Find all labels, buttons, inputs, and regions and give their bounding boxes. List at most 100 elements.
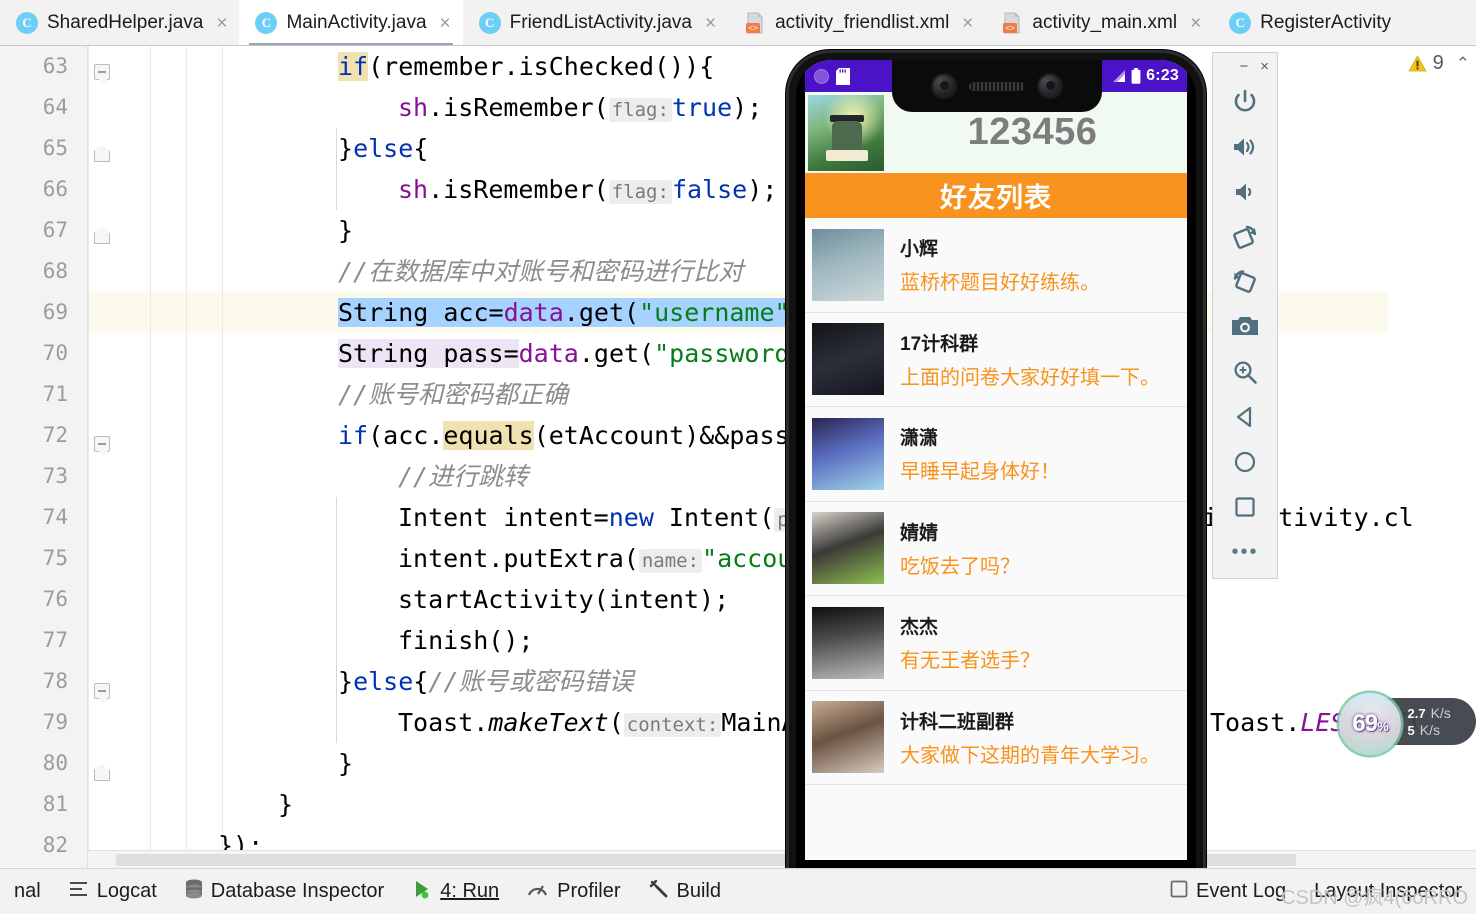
java-class-icon: C — [479, 12, 501, 34]
terminal-tool-window[interactable]: nal — [0, 869, 55, 914]
screenshot-camera-icon — [1231, 315, 1259, 338]
database-inspector-tool-window[interactable]: Database Inspector — [171, 869, 398, 914]
friend-name: 小辉 — [900, 234, 1100, 261]
editor-tab-label: activity_main.xml — [1032, 12, 1177, 34]
editor-tab-2[interactable]: C FriendListActivity.java × — [463, 0, 728, 46]
java-class-icon: C — [1229, 12, 1251, 34]
code-token: Toast. — [1210, 708, 1300, 737]
power-button[interactable] — [1212, 79, 1278, 124]
editor-tab-0[interactable]: CSharedHelper.java× — [0, 0, 239, 46]
layout-inspector-tool-window[interactable]: Layout Inspector — [1300, 869, 1476, 914]
line-number: 70 — [0, 333, 88, 374]
rotate-right-button[interactable] — [1212, 259, 1278, 304]
tab-close-icon[interactable]: × — [440, 14, 451, 33]
editor-tab-label: RegisterActivity — [1260, 12, 1391, 34]
code-token: "username" — [639, 298, 790, 327]
code-token: "password" — [654, 339, 805, 368]
emulator-window[interactable]: 6:23 123456 好友列表 — [786, 50, 1206, 914]
editor-tab-4[interactable]: <>activity_main.xml× — [985, 0, 1213, 46]
power-icon — [1232, 89, 1258, 115]
emulator-toolbar[interactable]: − × — [1212, 52, 1278, 579]
code-token: data — [504, 298, 564, 327]
editor-tab-3[interactable]: <>activity_friendlist.xml× — [728, 0, 985, 46]
friend-list-item[interactable]: 17计科群上面的问卷大家好好填一下。 — [805, 313, 1187, 408]
emulator-window-controls[interactable]: − × — [1213, 53, 1277, 79]
java-class-icon: C — [255, 12, 277, 34]
editor-tab-label: SharedHelper.java — [47, 12, 203, 34]
event-log-tool-window[interactable]: Event Log — [1156, 869, 1300, 914]
tab-close-icon[interactable]: × — [962, 14, 973, 33]
code-token: if — [338, 421, 368, 450]
friend-text: 17计科群上面的问卷大家好好填一下。 — [900, 329, 1160, 390]
build-tool-window[interactable]: Build — [635, 869, 735, 914]
cpu-usage-gauge[interactable]: 69% — [1339, 693, 1401, 755]
friend-message: 大家做下这期的青年大学习。 — [900, 739, 1160, 768]
line-number: 80 — [0, 743, 88, 784]
code-token: .isRemember( — [428, 175, 609, 204]
code-token: { — [413, 134, 428, 163]
status-bar-left — [805, 68, 850, 85]
friend-name: 潇潇 — [900, 423, 1060, 450]
editor-tab-label: FriendListActivity.java — [510, 12, 692, 34]
database-icon — [185, 879, 203, 905]
editor-tab-5[interactable]: C RegisterActivity — [1213, 0, 1403, 46]
volume-down-button[interactable] — [1212, 169, 1278, 214]
overview-square-icon — [1233, 495, 1257, 519]
overview-button[interactable] — [1212, 484, 1278, 529]
phone-notch — [892, 60, 1102, 112]
friend-list-item[interactable]: 婧婧吃饭去了吗？ — [805, 502, 1187, 597]
line-number: 65 — [0, 128, 88, 169]
friend-list-item[interactable]: 小辉蓝桥杯题目好好练练。 — [805, 218, 1187, 313]
more-button[interactable]: ••• — [1212, 529, 1278, 574]
code-token: .get( — [564, 298, 639, 327]
profiler-tool-window[interactable]: Profiler — [513, 869, 634, 914]
tab-close-icon[interactable]: × — [216, 14, 227, 33]
volume-up-button[interactable] — [1212, 124, 1278, 169]
editor-tab-label: MainActivity.java — [286, 12, 426, 34]
logcat-tool-window[interactable]: Logcat — [55, 869, 171, 914]
front-camera-icon — [931, 73, 957, 99]
avatar-graphic — [826, 150, 868, 161]
friend-list[interactable]: 小辉蓝桥杯题目好好练练。 17计科群上面的问卷大家好好填一下。潇潇早睡早起身体好！… — [805, 218, 1187, 860]
run-tool-window-label: 4: Run — [440, 880, 499, 903]
screenshot-button[interactable] — [1212, 304, 1278, 349]
code-token: ); — [732, 93, 762, 122]
friend-list-item[interactable]: 杰杰有无王者选手？ — [805, 596, 1187, 691]
cpu-usage-percent: 69% — [1352, 710, 1387, 738]
code-token: intent.putExtra( — [398, 544, 639, 573]
status-bar-right: 6:23 — [1087, 67, 1187, 85]
line-number: 63 — [0, 46, 88, 87]
network-speed-widget[interactable]: ↑ 2.7 K/s ↓ 5 K/s 69% — [1339, 693, 1476, 749]
user-avatar[interactable] — [808, 95, 884, 171]
chevron-up-icon[interactable]: ⌃ — [1456, 54, 1470, 74]
tab-close-icon[interactable]: × — [1190, 14, 1201, 33]
zoom-mode-button[interactable] — [1212, 349, 1278, 394]
signal-icon — [1111, 69, 1126, 83]
minimize-icon[interactable]: − — [1239, 59, 1248, 74]
svg-text:<>: <> — [748, 24, 758, 33]
editor-tab-1[interactable]: C MainActivity.java × — [239, 0, 462, 46]
home-button[interactable] — [1212, 439, 1278, 484]
friend-list-item[interactable]: 计科二班副群大家做下这期的青年大学习。 — [805, 691, 1187, 786]
rotate-left-button[interactable] — [1212, 214, 1278, 259]
code-token: (etAccount)&&pass.e — [534, 421, 820, 450]
inspection-status[interactable]: 9 ⌃ — [1408, 52, 1470, 75]
code-token: .get( — [579, 339, 654, 368]
horizontal-scrollbar[interactable] — [88, 850, 1476, 868]
editor-gutter[interactable]: 6364656667686970717273747576777879808182 — [0, 46, 88, 868]
line-number: 66 — [0, 169, 88, 210]
avatar-group17 — [812, 323, 884, 395]
device-screen[interactable]: 6:23 123456 好友列表 — [805, 60, 1187, 860]
close-icon[interactable]: × — [1260, 59, 1269, 74]
tab-close-icon[interactable]: × — [705, 14, 716, 33]
line-number: 72 — [0, 415, 88, 456]
warning-count: 9 — [1433, 52, 1444, 75]
run-tool-window[interactable]: 4: Run — [398, 869, 513, 914]
back-button[interactable] — [1212, 394, 1278, 439]
code-token: sh — [398, 93, 428, 122]
friend-name: 17计科群 — [900, 329, 1160, 356]
line-number: 79 — [0, 702, 88, 743]
upload-speed-unit: K/s — [1431, 705, 1451, 721]
friend-list-item[interactable]: 潇潇早睡早起身体好！ — [805, 407, 1187, 502]
tool-window-bar: nalLogcatDatabase Inspector 4: Run Profile… — [0, 868, 1476, 914]
